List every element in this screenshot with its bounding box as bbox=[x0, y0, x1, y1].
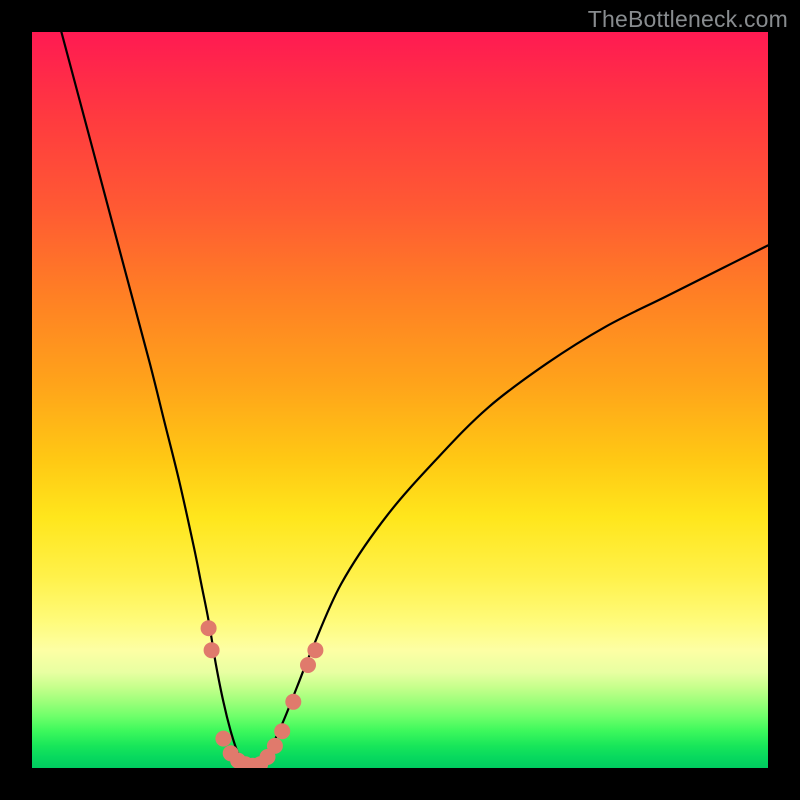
valley-marker bbox=[267, 738, 283, 754]
chart-frame: TheBottleneck.com bbox=[0, 0, 800, 800]
plot-area bbox=[32, 32, 768, 768]
valley-marker bbox=[201, 620, 217, 636]
valley-marker bbox=[274, 723, 290, 739]
valley-marker bbox=[215, 731, 231, 747]
valley-marker bbox=[204, 642, 220, 658]
left-curve bbox=[61, 32, 252, 768]
valley-marker bbox=[307, 642, 323, 658]
valley-marker bbox=[285, 694, 301, 710]
watermark-text: TheBottleneck.com bbox=[588, 6, 788, 33]
right-curve bbox=[253, 245, 768, 768]
valley-marker bbox=[300, 657, 316, 673]
valley-markers bbox=[201, 620, 324, 768]
curves-svg bbox=[32, 32, 768, 768]
